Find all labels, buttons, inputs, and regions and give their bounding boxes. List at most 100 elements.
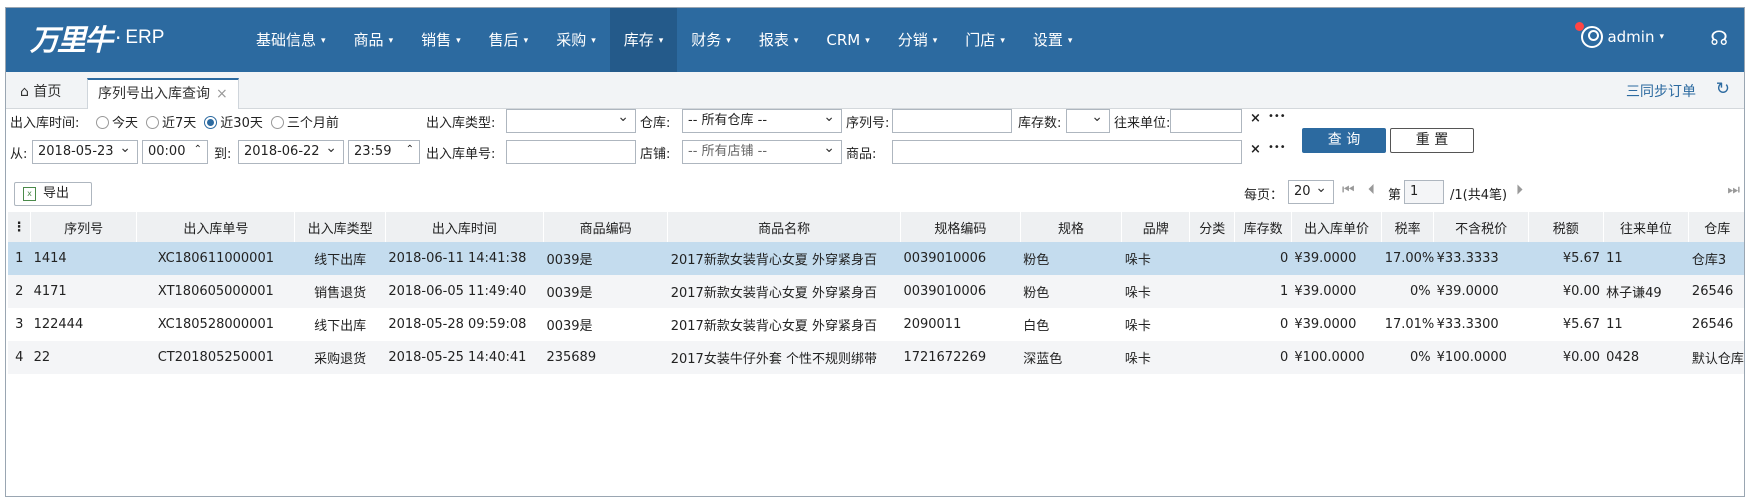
table-row[interactable]: 4 22 CT201805250001 采购退货 2018-05-25 14:40:41… [8, 341, 1744, 374]
column-menu-icon[interactable]: ⋮ [8, 212, 32, 242]
nav-item-4[interactable]: 采购 ▾ [542, 8, 610, 72]
cell-spec-code: 0039010006 [900, 242, 1021, 275]
radio-icon [146, 116, 160, 129]
refresh-icon[interactable]: ↻ [1716, 79, 1730, 99]
table-row[interactable]: 3 122444 XC180528000001 线下出库 2018-05-28 09:5… [8, 308, 1744, 341]
nav-item-5[interactable]: 库存 ▾ [609, 8, 678, 72]
shop-select[interactable]: -- 所有店铺 -- [682, 140, 842, 164]
partner-input[interactable] [1170, 109, 1242, 133]
column-header[interactable]: 出入库时间 [385, 212, 544, 242]
column-header[interactable]: 商品名称 [667, 212, 901, 242]
results-table: ⋮ 序列号 出入库单号 出入库类型 出入库时间 商品编码 商品名称 规格编码 规格 品牌 分类 库存数… [8, 212, 1744, 374]
time-radio-1[interactable]: 近7天 [140, 116, 196, 131]
cell-spec: 粉色 [1020, 242, 1122, 275]
query-button[interactable]: 查 询 [1302, 128, 1386, 153]
cell-stock: 0 [1234, 341, 1292, 374]
serial-label: 序列号: [846, 116, 890, 131]
from-time-input[interactable]: 00:00 ⌃ [142, 140, 208, 164]
reset-button[interactable]: 重 置 [1390, 128, 1474, 153]
column-header[interactable]: 规格 [1020, 212, 1123, 242]
column-header[interactable]: 仓库 [1688, 212, 1744, 242]
nav-item-2[interactable]: 销售 ▾ [407, 8, 475, 72]
column-header[interactable]: 规格编码 [900, 212, 1021, 242]
spinner-icon: ⌃ [405, 144, 414, 155]
per-page-select[interactable]: 20 [1288, 180, 1334, 204]
headset-icon[interactable]: ☊ [1710, 26, 1728, 50]
chevron-down-icon: ▾ [456, 36, 461, 46]
cell-spec: 白色 [1020, 308, 1122, 341]
cell-idx: 3 [8, 308, 31, 341]
export-button[interactable]: x 导出 [14, 182, 92, 206]
column-header[interactable]: 序列号 [30, 212, 138, 242]
goods-more-icon[interactable]: ••• [1268, 142, 1286, 153]
column-header[interactable]: 税率 [1381, 212, 1435, 242]
cell-net-price: ¥33.3333 [1433, 242, 1529, 275]
user-menu[interactable]: admin ▾ [1575, 22, 1664, 48]
column-header[interactable]: 出入库类型 [294, 212, 386, 242]
nav-item-8[interactable]: CRM ▾ [812, 8, 883, 72]
column-header[interactable]: 不含税价 [1433, 212, 1530, 242]
column-header[interactable]: 分类 [1189, 212, 1236, 242]
time-label: 出入库时间: [10, 116, 80, 131]
cell-brand: 哚卡 [1121, 341, 1190, 374]
column-header[interactable]: 商品编码 [543, 212, 669, 242]
to-date-select[interactable]: 2018-06-22 [238, 140, 344, 164]
cell-code: 0039是 [543, 308, 668, 341]
cell-tax-rate: 0% [1381, 341, 1434, 374]
tab-serial-query[interactable]: 序列号出入库查询 × [87, 78, 239, 109]
cell-tax-rate: 17.01% [1381, 308, 1434, 341]
nav-item-7[interactable]: 报表 ▾ [745, 8, 813, 72]
nav-item-3[interactable]: 售后 ▾ [475, 8, 543, 72]
order-no-input[interactable] [506, 140, 636, 164]
type-select[interactable] [506, 109, 636, 133]
from-label: 从: [10, 147, 28, 162]
nav-item-9[interactable]: 分销 ▾ [884, 8, 952, 72]
close-icon[interactable]: × [216, 86, 228, 102]
next-page-icon[interactable]: ⏵ [1516, 182, 1523, 198]
cell-net-price: ¥100.0000 [1433, 341, 1529, 374]
column-header[interactable]: 出入库单号 [136, 212, 296, 242]
stock-select[interactable] [1066, 109, 1110, 133]
table-row[interactable]: 1 1414 XC180611000001 线下出库 2018-06-11 14:41:… [8, 242, 1744, 275]
time-radio-0[interactable]: 今天 [90, 116, 138, 131]
username: admin [1607, 28, 1655, 46]
column-header[interactable]: 品牌 [1121, 212, 1191, 242]
to-time-input[interactable]: 23:59 ⌃ [348, 140, 420, 164]
main-nav: 基础信息 ▾ 商品 ▾ 销售 ▾ 售后 ▾ 采购 ▾ 库存 ▾ 财务 ▾ 报表 ▾ CRM ▾ 分销 ▾ 门店 ▾ 设置 ▾ [242, 8, 1086, 72]
tab-home[interactable]: ⌂ 首页 [10, 78, 71, 109]
column-header[interactable]: 库存数 [1234, 212, 1292, 242]
sync-orders-button[interactable]: 三同步订单 [1626, 81, 1696, 101]
table-row[interactable]: 2 4171 XT180605000001 销售退货 2018-06-05 11:49:… [8, 275, 1744, 308]
from-date-select[interactable]: 2018-05-23 [32, 140, 138, 164]
nav-item-10[interactable]: 门店 ▾ [951, 8, 1019, 72]
cell-price: ¥39.0000 [1291, 308, 1382, 341]
nav-item-1[interactable]: 商品 ▾ [340, 8, 408, 72]
last-page-icon[interactable]: ⏭ [1727, 182, 1740, 198]
goods-clear-icon[interactable]: × [1250, 142, 1261, 157]
column-header[interactable]: 往来单位 [1603, 212, 1690, 242]
nav-item-11[interactable]: 设置 ▾ [1019, 8, 1087, 72]
first-page-icon[interactable]: ⏮ [1342, 182, 1355, 198]
time-range-radios: 今天 近7天 近30天 三个月前 [90, 112, 341, 131]
chevron-down-icon: ▾ [1067, 36, 1073, 46]
nav-item-6[interactable]: 财务 ▾ [677, 8, 745, 72]
column-header[interactable]: 税额 [1528, 212, 1604, 242]
cell-type: 线下出库 [294, 308, 386, 341]
chevron-down-icon: ▾ [726, 36, 731, 46]
prev-page-icon[interactable]: ⏴ [1368, 182, 1375, 198]
serial-input[interactable] [892, 109, 1012, 133]
nav-item-0[interactable]: 基础信息 ▾ [242, 8, 340, 72]
partner-more-icon[interactable]: ••• [1268, 111, 1286, 122]
cell-tax: ¥0.00 [1528, 341, 1604, 374]
cell-name: 2017新款女装背心女夏 外穿紧身百 [667, 242, 901, 275]
logo-erp: ERP [125, 27, 165, 48]
partner-clear-icon[interactable]: × [1250, 111, 1261, 126]
page-input[interactable]: 1 [1404, 180, 1444, 204]
time-radio-3[interactable]: 三个月前 [265, 116, 339, 131]
column-header[interactable]: 出入库单价 [1291, 212, 1383, 242]
time-radio-2[interactable]: 近30天 [198, 116, 263, 131]
cell-name: 2017新款女装背心女夏 外穿紧身百 [667, 275, 901, 308]
goods-input[interactable] [892, 140, 1242, 164]
top-navbar: 万里牛 · ERP 基础信息 ▾ 商品 ▾ 销售 ▾ 售后 ▾ 采购 ▾ 库存 ▾ 财务 ▾ 报表 ▾ CRM ▾… [6, 8, 1744, 72]
warehouse-select[interactable]: -- 所有仓库 -- [682, 109, 842, 133]
